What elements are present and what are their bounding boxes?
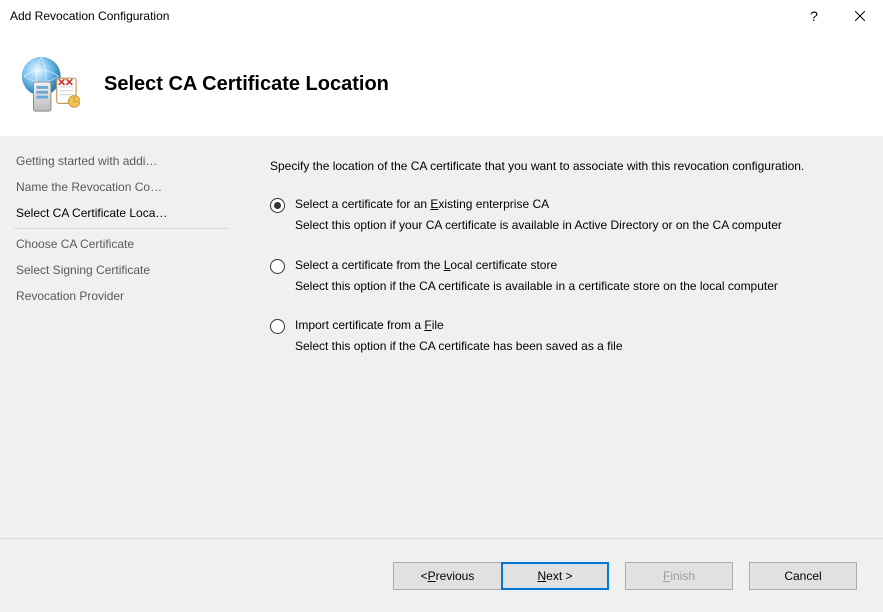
next-button[interactable]: Next > [501,562,609,590]
wizard-main-content: Specify the location of the CA certifica… [234,136,883,538]
intro-text: Specify the location of the CA certifica… [270,158,859,175]
radio-option-import-file[interactable]: Import certificate from a File Select th… [270,318,859,355]
sidebar-step-signing-cert[interactable]: Select Signing Certificate [14,257,228,283]
cancel-button[interactable]: Cancel [749,562,857,590]
wizard-header: Select CA Certificate Location [0,32,883,136]
sidebar-separator [14,228,228,229]
page-title: Select CA Certificate Location [104,73,389,96]
radio-option-local-store[interactable]: Select a certificate from the Local cert… [270,258,859,295]
radio-icon [270,319,285,334]
ca-location-radio-group: Select a certificate for an Existing ent… [270,197,859,355]
sidebar-step-choose-ca[interactable]: Choose CA Certificate [14,231,228,257]
radio-option-existing-enterprise-ca[interactable]: Select a certificate for an Existing ent… [270,197,859,234]
window-controls: ? [791,0,883,31]
sidebar-step-select-ca-location[interactable]: Select CA Certificate Loca… [14,200,228,226]
radio-description: Select this option if your CA certificat… [295,217,859,234]
window-title: Add Revocation Configuration [10,9,791,23]
radio-description: Select this option if the CA certificate… [295,338,859,355]
radio-icon [270,259,285,274]
close-icon [855,11,865,21]
nav-button-pair: < Previous Next > [393,562,609,590]
previous-button[interactable]: < Previous [393,562,501,590]
sidebar-step-name-revocation[interactable]: Name the Revocation Co… [14,174,228,200]
wizard-steps-sidebar: Getting started with addi… Name the Revo… [0,136,234,538]
sidebar-step-getting-started[interactable]: Getting started with addi… [14,148,228,174]
radio-label: Select a certificate for an Existing ent… [295,197,859,211]
radio-label: Import certificate from a File [295,318,859,332]
wizard-body: Getting started with addi… Name the Revo… [0,136,883,538]
finish-button: Finish [625,562,733,590]
radio-label: Select a certificate from the Local cert… [295,258,859,272]
help-button[interactable]: ? [791,0,837,31]
wizard-footer: < Previous Next > Finish Cancel [0,538,883,612]
wizard-icon [18,53,80,115]
close-button[interactable] [837,0,883,31]
radio-icon [270,198,285,213]
radio-description: Select this option if the CA certificate… [295,278,859,295]
title-bar: Add Revocation Configuration ? [0,0,883,32]
sidebar-step-revocation-provider[interactable]: Revocation Provider [14,283,228,309]
